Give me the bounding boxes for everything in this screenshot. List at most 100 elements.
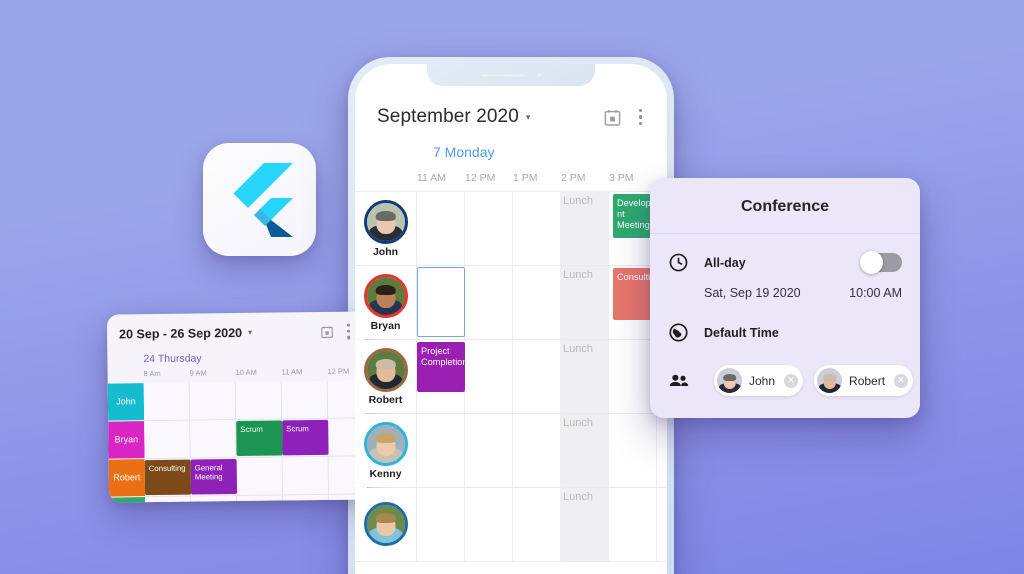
time-slot[interactable] — [609, 414, 657, 487]
avatar-photo — [366, 424, 405, 463]
time-slot[interactable] — [657, 488, 667, 561]
lunch-label: Lunch — [563, 491, 593, 503]
time-slot[interactable] — [417, 192, 465, 265]
resource-header-cell[interactable]: Robert — [355, 340, 417, 413]
time-slot[interactable] — [513, 414, 561, 487]
time-label: 11 AM — [417, 172, 446, 184]
avatar — [363, 421, 408, 466]
time-slot[interactable] — [513, 340, 561, 413]
clock-icon — [668, 252, 704, 273]
timeline-header: 11 AM 12 PM 1 PM 2 PM 3 PM — [355, 172, 667, 192]
resource-header-cell[interactable]: Bryan — [355, 266, 417, 339]
time-slot[interactable] — [465, 340, 513, 413]
globe-icon — [668, 322, 704, 343]
lunch-label: Lunch — [563, 195, 593, 207]
calendar-event[interactable]: Scrum — [236, 420, 283, 456]
people-icon — [668, 370, 704, 392]
widget-resource-label[interactable]: Bryan — [108, 420, 145, 460]
time-slot[interactable] — [143, 382, 191, 421]
attendee-chip[interactable]: Robert ✕ — [814, 365, 914, 396]
time-slot[interactable] — [417, 414, 465, 487]
timeline-slots: Lunch Consulting — [417, 266, 667, 339]
avatar — [363, 347, 408, 392]
avatar-photo — [366, 504, 405, 543]
time-slot[interactable] — [609, 488, 657, 561]
time-slot[interactable] — [145, 496, 192, 503]
time-slot[interactable] — [282, 456, 330, 496]
event-datetime-row: Sat, Sep 19 2020 10:00 AM — [650, 286, 920, 300]
calendar-event[interactable]: Scrum — [282, 419, 329, 456]
resource-header-cell[interactable]: Kenny — [355, 414, 417, 487]
flutter-logo-tile — [203, 143, 316, 256]
calendar-event[interactable]: Project Completion — [417, 342, 465, 392]
calendar-icon[interactable] — [603, 108, 622, 127]
time-slot[interactable] — [513, 266, 561, 339]
time-slot[interactable] — [190, 419, 237, 459]
resource-name: John — [372, 245, 399, 258]
attendee-chips: John ✕ Robert ✕ — [714, 365, 914, 396]
avatar-photo — [366, 202, 405, 241]
calendar-icon[interactable] — [320, 325, 334, 339]
time-slot[interactable] — [417, 488, 465, 561]
time-label: 9 AM — [189, 367, 207, 378]
attendee-chip[interactable]: John ✕ — [714, 365, 804, 396]
widget-resource-row: Robert Consulting General Meeting — [108, 455, 368, 498]
time-slot[interactable] — [513, 488, 561, 561]
event-date[interactable]: Sat, Sep 19 2020 — [704, 286, 801, 300]
calendar-event[interactable]: Consulting — [144, 459, 192, 495]
timeline-slots: Lunch Project Completion — [417, 340, 667, 413]
selected-cell[interactable] — [417, 267, 465, 337]
phone-mockup: September 2020 ▾ 7 Monday 11 AM 12 PM 1 PM… — [348, 57, 674, 574]
divider — [650, 233, 920, 234]
widget-resource-label[interactable]: John — [107, 382, 145, 422]
avatar — [363, 273, 408, 318]
widget-timeline-slots: Consulting General Meeting — [144, 455, 368, 497]
more-vert-icon[interactable] — [344, 322, 353, 342]
close-icon[interactable]: ✕ — [784, 373, 799, 388]
lunch-label: Lunch — [563, 269, 593, 281]
time-slot[interactable] — [237, 495, 284, 503]
resource-name: Robert — [368, 393, 403, 406]
time-slot[interactable] — [465, 266, 513, 339]
time-slot[interactable] — [191, 495, 238, 503]
event-time[interactable]: 10:00 AM — [849, 286, 902, 300]
time-slot[interactable] — [465, 488, 513, 561]
chevron-down-icon[interactable]: ▾ — [248, 328, 252, 337]
time-slot[interactable] — [144, 420, 191, 459]
time-label: 12 PM — [465, 172, 496, 184]
time-slot[interactable] — [657, 414, 667, 487]
time-label: 10 AM — [235, 367, 257, 377]
widget-timeline-slots — [143, 379, 368, 421]
week-scheduler-widget: 20 Sep - 26 Sep 2020 ▾ 24 Thursday 8 Am 9… — [106, 311, 368, 503]
time-slot[interactable] — [189, 381, 237, 421]
time-slot[interactable] — [281, 380, 329, 420]
resource-header-cell[interactable]: John — [355, 192, 417, 265]
lunch-label: Lunch — [563, 343, 593, 355]
time-slot[interactable] — [236, 457, 284, 496]
all-day-toggle[interactable] — [860, 251, 902, 274]
widget-resource-label[interactable] — [109, 496, 146, 503]
time-slot[interactable] — [465, 192, 513, 265]
widget-resource-label[interactable]: Robert — [108, 458, 146, 498]
time-slot[interactable] — [283, 494, 330, 503]
avatar-photo — [366, 276, 405, 315]
timeline-slots: LunchProjec Comp — [417, 414, 667, 487]
widget-timeline-slots: Scrum Scrum — [144, 417, 368, 459]
widget-day-label[interactable]: 24 Thursday — [107, 341, 365, 365]
resource-row: Kenny LunchProjec Comp — [355, 414, 667, 488]
resource-header-cell[interactable] — [355, 488, 417, 561]
time-slot[interactable] — [465, 414, 513, 487]
time-slot[interactable] — [513, 192, 561, 265]
more-vert-icon[interactable] — [636, 107, 645, 127]
time-label: 11 AM — [281, 366, 303, 377]
close-icon[interactable]: ✕ — [894, 373, 909, 388]
attendee-name: Robert — [849, 373, 886, 388]
widget-resource-row: Bryan Scrum Scrum — [108, 417, 368, 460]
resource-name: Kenny — [369, 467, 402, 480]
widget-timeline-header: 8 Am 9 AM 10 AM 11 AM 12 PM — [108, 366, 366, 378]
calendar-event[interactable]: General Meeting — [190, 458, 238, 495]
chevron-down-icon[interactable]: ▾ — [526, 112, 531, 123]
selected-day-label[interactable]: 7 Monday — [355, 128, 667, 160]
time-slot[interactable] — [235, 381, 283, 420]
speaker-grille — [479, 72, 526, 78]
